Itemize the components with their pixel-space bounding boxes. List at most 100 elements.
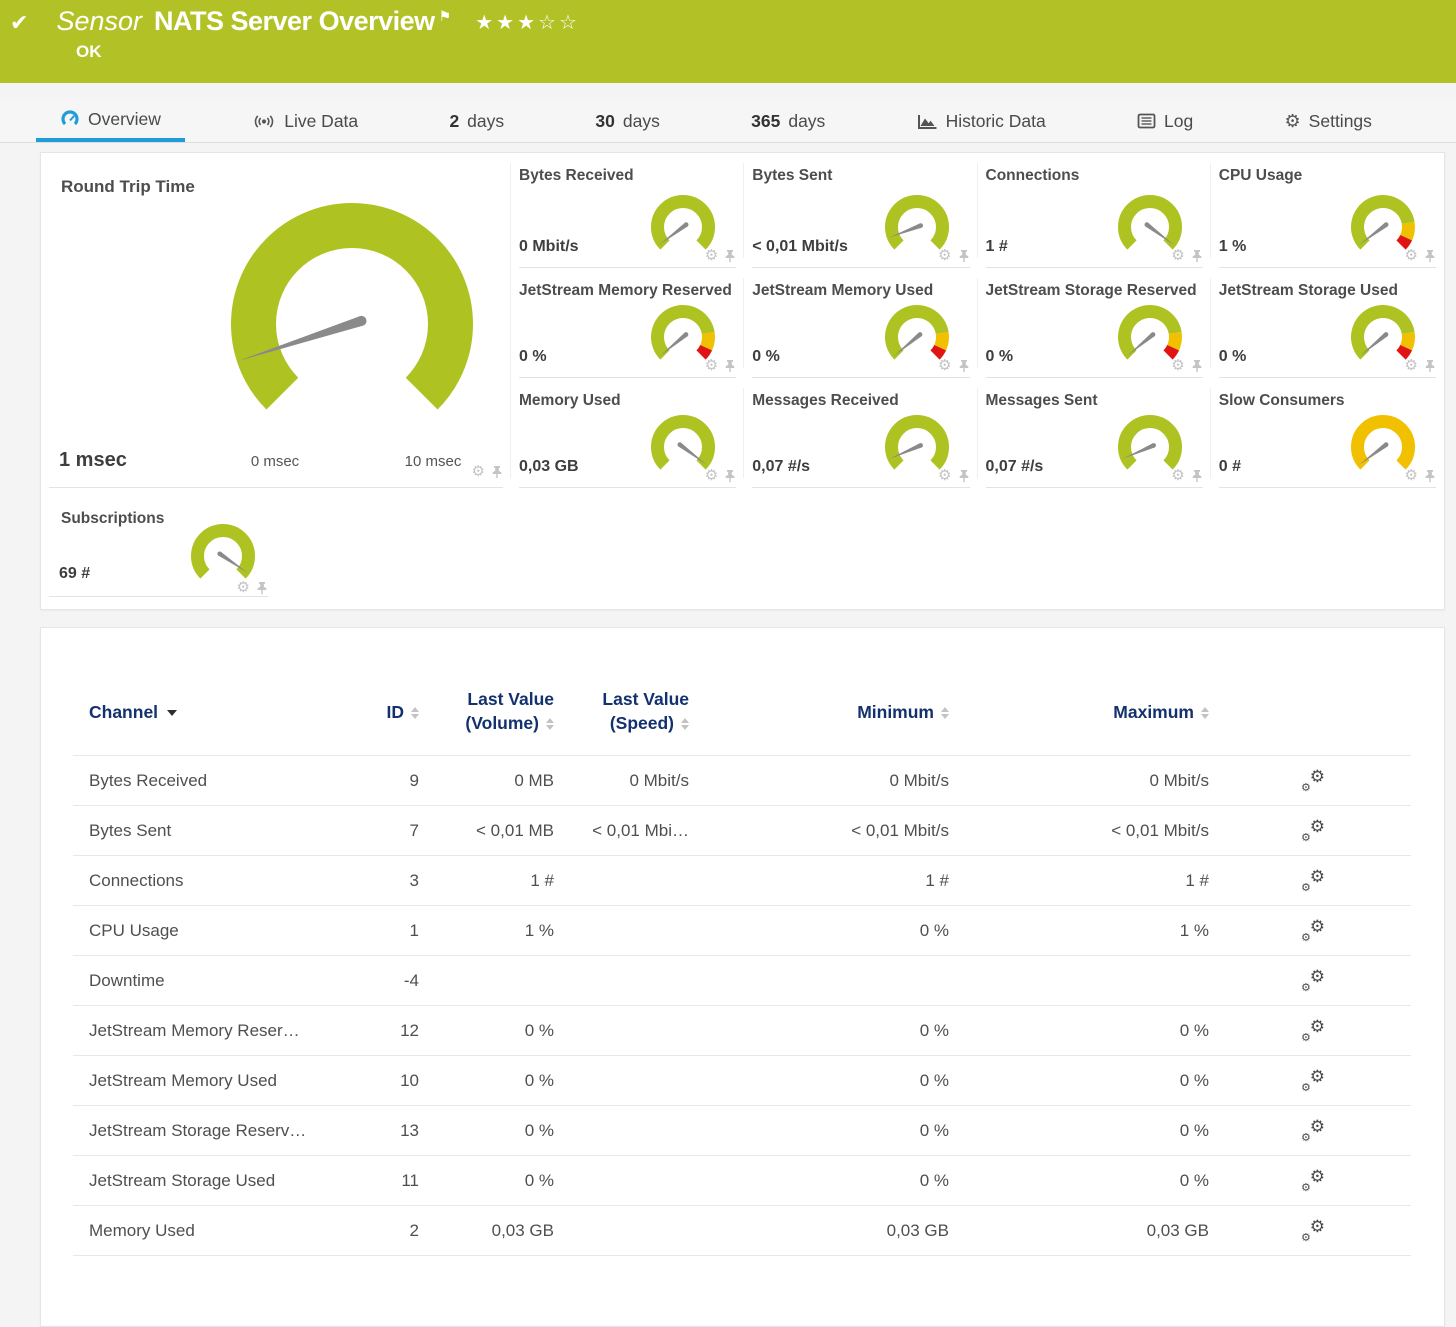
channel-table-panel: Channel ID Last Value (Volume) Last Valu… — [40, 627, 1445, 1327]
pin-icon[interactable] — [958, 469, 970, 483]
channel-settings-gear-icon[interactable]: ⚙⚙ — [1301, 1020, 1325, 1042]
column-header-last-value-speed[interactable]: Last Value (Speed) — [554, 688, 689, 735]
settings-gear-icon: ⚙ — [1285, 111, 1301, 132]
tab-30-days[interactable]: 30 days — [571, 100, 683, 142]
pin-icon[interactable] — [491, 465, 503, 479]
column-header-maximum[interactable]: Maximum — [949, 702, 1209, 723]
channel-settings-gear-icon[interactable]: ⚙⚙ — [1301, 1170, 1325, 1192]
pin-icon[interactable] — [1191, 469, 1203, 483]
gauge-value: 0,07 #/s — [986, 458, 1044, 476]
tab-label: days — [788, 111, 825, 132]
gauge-tile-subscriptions: Subscriptions 69 # ⚙ — [41, 488, 276, 609]
channel-settings-gear-icon[interactable]: ⚙⚙ — [1301, 770, 1325, 792]
gauge-title: Messages Sent — [986, 392, 1098, 410]
tab-2-days[interactable]: 2 days — [425, 100, 528, 142]
table-row[interactable]: Bytes Received 9 0 MB 0 Mbit/s 0 Mbit/s … — [41, 756, 1444, 806]
sort-arrows-icon — [411, 707, 419, 719]
pin-icon[interactable] — [256, 581, 268, 595]
gauge-scale-max: 10 msec — [405, 453, 462, 470]
pin-icon[interactable] — [1191, 249, 1203, 263]
gear-icon[interactable]: ⚙ — [1171, 468, 1184, 483]
cell-minimum: 0 % — [689, 1171, 949, 1191]
cell-id: 3 — [369, 871, 419, 891]
column-header-minimum[interactable]: Minimum — [689, 702, 949, 723]
channel-settings-gear-icon[interactable]: ⚙⚙ — [1301, 1070, 1325, 1092]
tab-number: 30 — [595, 111, 614, 132]
tab-label: Live Data — [284, 111, 358, 132]
pin-icon[interactable] — [724, 359, 736, 373]
gear-icon[interactable]: ⚙ — [1171, 248, 1184, 263]
gear-icon[interactable]: ⚙ — [705, 358, 718, 373]
flag-icon[interactable]: ⚑ — [439, 8, 452, 25]
table-row[interactable]: Memory Used 2 0,03 GB 0,03 GB 0,03 GB ⚙⚙ — [41, 1206, 1444, 1256]
pin-icon[interactable] — [958, 249, 970, 263]
gauge-value: 0 % — [752, 348, 780, 366]
gear-icon[interactable]: ⚙ — [1405, 468, 1418, 483]
cell-maximum: 0 % — [949, 1121, 1209, 1141]
gauge-title: Bytes Sent — [752, 167, 832, 185]
column-header-last-value-volume[interactable]: Last Value (Volume) — [419, 688, 554, 735]
table-row[interactable]: JetStream Memory Used 10 0 % 0 % 0 % ⚙⚙ — [41, 1056, 1444, 1106]
cell-last-value-volume: 0 MB — [419, 771, 554, 791]
channel-settings-gear-icon[interactable]: ⚙⚙ — [1301, 970, 1325, 992]
tab-overview[interactable]: Overview — [36, 100, 185, 142]
channel-settings-gear-icon[interactable]: ⚙⚙ — [1301, 820, 1325, 842]
pin-icon[interactable] — [724, 249, 736, 263]
gauge-tile-round-trip-time: Round Trip Time 0 msec 10 msec 1 msec ⚙ — [41, 153, 511, 488]
table-row[interactable]: JetStream Storage Reserv… 13 0 % 0 % 0 %… — [41, 1106, 1444, 1156]
pin-icon[interactable] — [958, 359, 970, 373]
cell-channel: Downtime — [89, 971, 369, 991]
table-row[interactable]: CPU Usage 1 1 % 0 % 1 % ⚙⚙ — [41, 906, 1444, 956]
pin-icon[interactable] — [1424, 249, 1436, 263]
priority-stars[interactable]: ★★★☆☆ — [475, 10, 580, 35]
gear-icon[interactable]: ⚙ — [1405, 248, 1418, 263]
cell-maximum: 0 % — [949, 1071, 1209, 1091]
stars-filled: ★★★ — [475, 12, 538, 34]
gear-icon[interactable]: ⚙ — [938, 468, 951, 483]
tab-number: 365 — [751, 111, 780, 132]
table-row[interactable]: JetStream Memory Reser… 12 0 % 0 % 0 % ⚙… — [41, 1006, 1444, 1056]
channel-settings-gear-icon[interactable]: ⚙⚙ — [1301, 1120, 1325, 1142]
gauge-value: 0 % — [519, 348, 547, 366]
table-row[interactable]: Connections 3 1 # 1 # 1 # ⚙⚙ — [41, 856, 1444, 906]
gear-icon[interactable]: ⚙ — [938, 248, 951, 263]
cell-minimum: 0 % — [689, 1071, 949, 1091]
gauge-tile-messages-received: Messages Received 0,07 #/s ⚙ — [744, 378, 977, 488]
cell-channel: JetStream Memory Used — [89, 1071, 369, 1091]
tab-log[interactable]: Log — [1113, 100, 1217, 142]
cell-channel: Bytes Sent — [89, 821, 369, 841]
table-row[interactable]: Downtime -4 ⚙⚙ — [41, 956, 1444, 1006]
channel-settings-gear-icon[interactable]: ⚙⚙ — [1301, 920, 1325, 942]
column-label: Minimum — [857, 702, 934, 722]
table-row[interactable]: Bytes Sent 7 < 0,01 MB < 0,01 Mbi… < 0,0… — [41, 806, 1444, 856]
pin-icon[interactable] — [1424, 469, 1436, 483]
channel-settings-gear-icon[interactable]: ⚙⚙ — [1301, 870, 1325, 892]
pin-icon[interactable] — [1191, 359, 1203, 373]
gear-icon[interactable]: ⚙ — [237, 580, 250, 595]
gauge-title: CPU Usage — [1219, 167, 1303, 185]
cell-id: 13 — [369, 1121, 419, 1141]
gear-icon[interactable]: ⚙ — [938, 358, 951, 373]
tab-historic-data[interactable]: Historic Data — [893, 100, 1070, 142]
sort-arrows-icon — [546, 718, 554, 730]
column-header-id[interactable]: ID — [369, 702, 419, 723]
cell-id: 9 — [369, 771, 419, 791]
column-header-channel[interactable]: Channel — [89, 702, 369, 723]
pin-icon[interactable] — [1424, 359, 1436, 373]
channel-settings-gear-icon[interactable]: ⚙⚙ — [1301, 1220, 1325, 1242]
cell-last-value-volume: 1 # — [419, 871, 554, 891]
tab-label: days — [623, 111, 660, 132]
gear-icon[interactable]: ⚙ — [705, 248, 718, 263]
tab-bar: Overview Live Data 2 days 30 days 365 da… — [0, 100, 1456, 143]
table-row[interactable]: JetStream Storage Used 11 0 % 0 % 0 % ⚙⚙ — [41, 1156, 1444, 1206]
gear-icon[interactable]: ⚙ — [705, 468, 718, 483]
pin-icon[interactable] — [724, 469, 736, 483]
tab-365-days[interactable]: 365 days — [727, 100, 849, 142]
gear-icon[interactable]: ⚙ — [1405, 358, 1418, 373]
gear-icon[interactable]: ⚙ — [1171, 358, 1184, 373]
cell-channel: Bytes Received — [89, 771, 369, 791]
tab-live-data[interactable]: Live Data — [228, 100, 382, 142]
cell-minimum: 0,03 GB — [689, 1221, 949, 1241]
gear-icon[interactable]: ⚙ — [472, 464, 485, 479]
tab-settings[interactable]: ⚙ Settings — [1261, 100, 1396, 142]
